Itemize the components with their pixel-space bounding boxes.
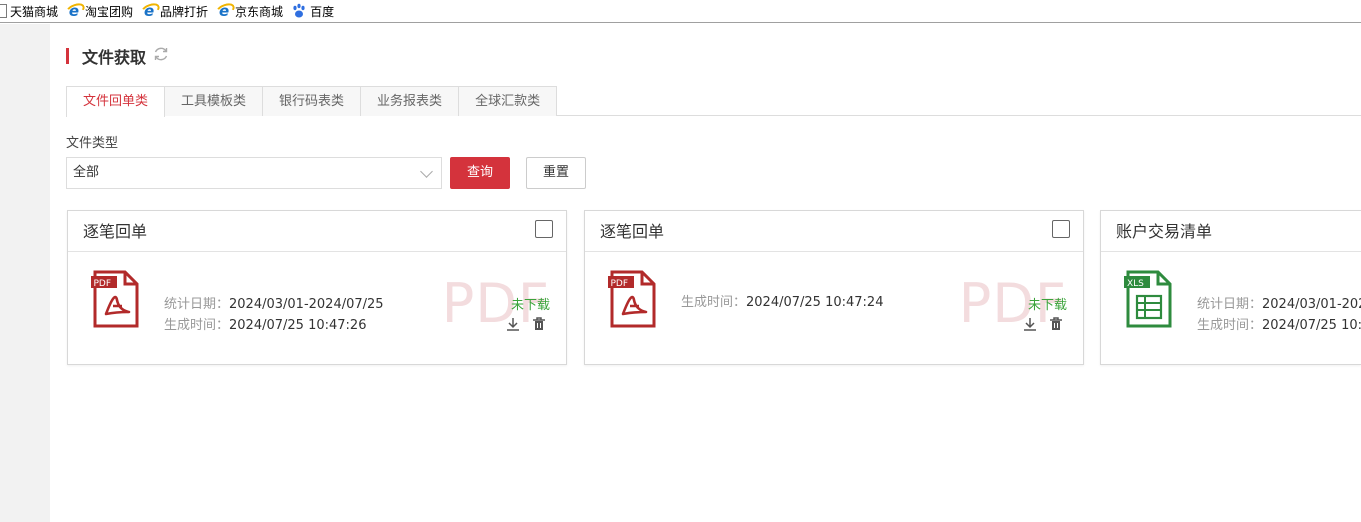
trash-icon[interactable] bbox=[531, 316, 547, 332]
card-header: 逐笔回单 bbox=[68, 211, 566, 252]
xls-file-icon: XLS bbox=[1124, 270, 1172, 328]
stat-date-label: 统计日期： bbox=[164, 297, 230, 312]
stat-date-line: 统计日期：2024/03/01-2024/07/25 bbox=[164, 294, 384, 315]
card-body: PDF 生成时间：2024/07/25 10:47:24 PDF 未下载 bbox=[585, 252, 1083, 364]
pdf-file-icon: PDF bbox=[91, 270, 139, 328]
card-select-checkbox[interactable] bbox=[1052, 220, 1070, 238]
tab-business-reports[interactable]: 业务报表类 bbox=[360, 86, 460, 116]
card-select-checkbox[interactable] bbox=[535, 220, 553, 238]
category-tabs: 文件回单类 工具模板类 银行码表类 业务报表类 全球汇款类 bbox=[66, 86, 1361, 117]
baidu-paw-icon bbox=[291, 3, 307, 19]
xls-badge-text: XLS bbox=[1127, 279, 1144, 289]
trash-icon[interactable] bbox=[1048, 316, 1064, 332]
card-header: 逐笔回单 bbox=[585, 211, 1083, 252]
generated-time-value: 2024/07/25 10:47:26 bbox=[1262, 318, 1361, 333]
left-gutter bbox=[0, 24, 50, 522]
query-button[interactable]: 查询 bbox=[450, 157, 510, 189]
pdf-file-icon: PDF bbox=[608, 270, 656, 328]
page-icon bbox=[0, 4, 7, 18]
generated-time-value: 2024/07/25 10:47:24 bbox=[746, 295, 884, 310]
file-card: 逐笔回单 PDF 统计日期：2024/03/01-2024/07/25 生成时间… bbox=[67, 210, 567, 365]
file-card: 账户交易清单 XLS 统计日期：2024/03/01-2024/07/25 生成… bbox=[1100, 210, 1361, 365]
file-card: 逐笔回单 PDF 生成时间：2024/07/25 10:47:24 PDF 未下… bbox=[584, 210, 1084, 365]
generated-time-label: 生成时间： bbox=[164, 318, 230, 333]
tab-global-remittance[interactable]: 全球汇款类 bbox=[458, 86, 558, 116]
bookmark-label: 京东商城 bbox=[235, 4, 284, 19]
generated-time-label: 生成时间： bbox=[681, 295, 747, 310]
refresh-icon[interactable] bbox=[152, 45, 170, 67]
chevron-down-icon bbox=[420, 165, 433, 178]
card-body: XLS 统计日期：2024/03/01-2024/07/25 生成时间：2024… bbox=[1101, 252, 1361, 364]
title-accent-bar bbox=[66, 48, 69, 64]
download-status: 未下载 bbox=[1027, 298, 1067, 313]
file-type-select[interactable]: 全部 bbox=[66, 157, 442, 189]
ie-icon: e bbox=[141, 3, 157, 19]
ie-icon: e bbox=[66, 3, 82, 19]
page-title: 文件获取 bbox=[82, 48, 147, 67]
pdf-badge-text: PDF bbox=[94, 279, 112, 289]
tab-file-receipts[interactable]: 文件回单类 bbox=[66, 86, 166, 117]
stat-date-line: 统计日期：2024/03/01-2024/07/25 bbox=[1197, 294, 1361, 315]
download-status: 未下载 bbox=[510, 298, 550, 313]
generated-time-value: 2024/07/25 10:47:26 bbox=[229, 318, 367, 333]
page-header: 文件获取 bbox=[66, 45, 170, 67]
stat-date-value: 2024/03/01-2024/07/25 bbox=[229, 297, 384, 312]
card-body: PDF 统计日期：2024/03/01-2024/07/25 生成时间：2024… bbox=[68, 252, 566, 364]
file-type-selected-value: 全部 bbox=[73, 165, 100, 180]
ie-icon: e bbox=[216, 3, 232, 19]
card-title: 逐笔回单 bbox=[83, 222, 148, 241]
bookmark-label: 淘宝团购 bbox=[85, 4, 134, 19]
stat-date-label: 统计日期： bbox=[1197, 297, 1263, 312]
generated-time-line: 生成时间：2024/07/25 10:47:26 bbox=[164, 315, 366, 336]
generated-time-line: 生成时间：2024/07/25 10:47:24 bbox=[681, 292, 883, 313]
bookmark-brand-discount[interactable]: e 品牌打折 bbox=[141, 3, 208, 20]
download-icon[interactable] bbox=[1022, 316, 1038, 332]
tab-tool-templates[interactable]: 工具模板类 bbox=[164, 86, 264, 116]
card-header: 账户交易清单 bbox=[1101, 211, 1361, 252]
bookmark-tmall[interactable]: 天猫商城 bbox=[0, 3, 58, 20]
file-type-label: 文件类型 bbox=[66, 136, 119, 151]
bookmark-baidu[interactable]: 百度 bbox=[291, 3, 334, 20]
bookmarks-bar: 天猫商城 e 淘宝团购 e 品牌打折 e 京东商城 百度 bbox=[0, 0, 1361, 23]
generated-time-label: 生成时间： bbox=[1197, 318, 1263, 333]
card-title: 逐笔回单 bbox=[600, 222, 665, 241]
bookmark-taobao-group[interactable]: e 淘宝团购 bbox=[66, 3, 133, 20]
reset-button[interactable]: 重置 bbox=[526, 157, 586, 189]
bookmark-label: 天猫商城 bbox=[10, 4, 59, 19]
stat-date-value: 2024/03/01-2024/07/25 bbox=[1262, 297, 1361, 312]
bookmark-jd[interactable]: e 京东商城 bbox=[216, 3, 283, 20]
generated-time-line: 生成时间：2024/07/25 10:47:26 bbox=[1197, 315, 1361, 336]
bookmark-label: 品牌打折 bbox=[160, 4, 209, 19]
download-icon[interactable] bbox=[505, 316, 521, 332]
pdf-badge-text: PDF bbox=[611, 279, 629, 289]
tab-bank-codes[interactable]: 银行码表类 bbox=[262, 86, 362, 116]
bookmark-label: 百度 bbox=[310, 4, 335, 19]
card-title: 账户交易清单 bbox=[1116, 222, 1213, 241]
